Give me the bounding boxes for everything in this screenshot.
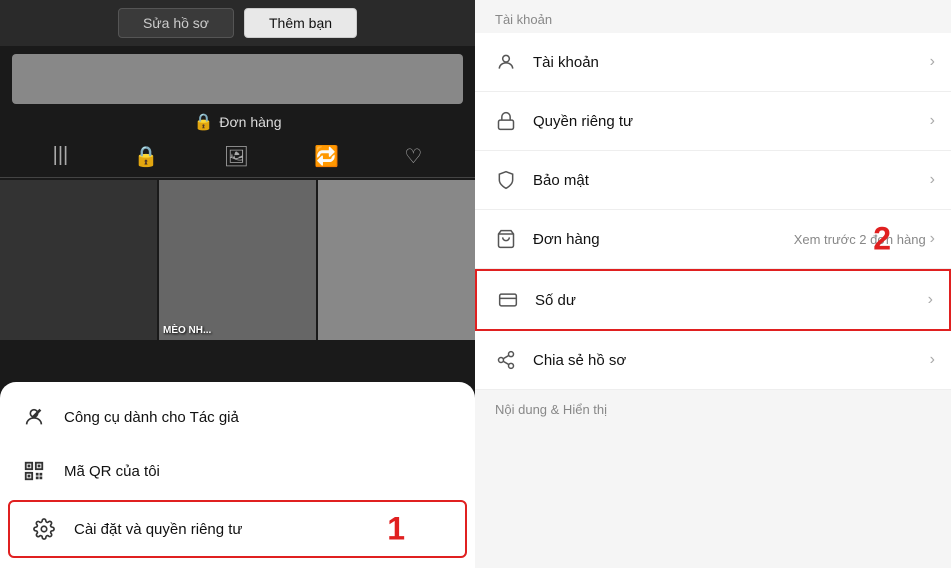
qr-code-label: Mã QR của tôi (64, 463, 160, 480)
banner-area (12, 54, 463, 104)
share-icon (491, 345, 521, 375)
photo-label: MÈO NH... (163, 325, 211, 336)
security-item[interactable]: Bảo mật › (475, 151, 951, 210)
order-row: 🔒 Đơn hàng (0, 112, 475, 132)
orders-item[interactable]: Đơn hàng Xem trước 2 đơn hàng › 2 (475, 210, 951, 269)
qr-icon (20, 457, 48, 485)
top-bar: Sửa hồ sơ Thêm bạn (0, 0, 475, 46)
orders-sub: Xem trước 2 đơn hàng (794, 232, 926, 247)
security-icon (491, 165, 521, 195)
balance-icon (493, 285, 523, 315)
photo-cell-2: MÈO NH... (159, 180, 316, 340)
order-text: Đơn hàng (219, 114, 281, 130)
orders-chevron: › (930, 230, 935, 248)
balance-item[interactable]: Số dư › (475, 269, 951, 331)
photo-cell-3 (318, 180, 475, 340)
edit-profile-button[interactable]: Sửa hồ sơ (118, 8, 234, 38)
orders-icon (491, 224, 521, 254)
share-chevron: › (930, 351, 935, 369)
share-profile-item[interactable]: Chia sẻ hồ sơ › (475, 331, 951, 390)
settings-icon (30, 515, 58, 543)
photo-cell-1 (0, 180, 157, 340)
creator-tools-item[interactable]: Công cụ dành cho Tác giả (0, 390, 475, 444)
number-badge-2: 2 (873, 221, 891, 258)
creator-icon (20, 403, 48, 431)
settings-label: Cài đặt và quyền riêng tư (74, 521, 242, 538)
balance-chevron: › (928, 291, 933, 309)
bottom-menu: Công cụ dành cho Tác giả Mã QR của tôi (0, 382, 475, 568)
creator-tools-label: Công cụ dành cho Tác giả (64, 409, 239, 426)
nav-icon-row: ||| 🔒 🖼 🔁 ♡ (0, 136, 475, 178)
security-chevron: › (930, 171, 935, 189)
balance-label: Số dư (535, 292, 928, 309)
account-chevron: › (930, 53, 935, 71)
privacy-icon (491, 106, 521, 136)
left-panel: Sửa hồ sơ Thêm bạn 🔒 Đơn hàng ||| 🔒 🖼 🔁 … (0, 0, 475, 568)
qr-code-item[interactable]: Mã QR của tôi (0, 444, 475, 498)
section-title-content: Nội dung & Hiển thị (475, 390, 951, 423)
share-profile-label: Chia sẻ hồ sơ (533, 352, 930, 369)
orders-label: Đơn hàng (533, 231, 794, 248)
grid-icon[interactable]: ||| (53, 144, 69, 169)
repost-icon[interactable]: 🔁 (314, 144, 339, 169)
right-panel: Tài khoản Tài khoản › Quyền riêng tư › B… (475, 0, 951, 568)
privacy-chevron: › (930, 112, 935, 130)
settings-item[interactable]: Cài đặt và quyền riêng tư 1 (8, 500, 467, 558)
account-label: Tài khoản (533, 54, 930, 71)
section-title-account: Tài khoản (475, 0, 951, 33)
gallery-icon[interactable]: 🖼 (224, 144, 249, 169)
add-friend-button[interactable]: Thêm bạn (244, 8, 357, 38)
lock-icon[interactable]: 🔒 (133, 144, 158, 169)
privacy-item[interactable]: Quyền riêng tư › (475, 92, 951, 151)
order-icon: 🔒 (193, 112, 213, 132)
account-item[interactable]: Tài khoản › (475, 33, 951, 92)
photo-grid: MÈO NH... (0, 180, 475, 340)
heart-icon[interactable]: ♡ (404, 144, 422, 169)
security-label: Bảo mật (533, 172, 930, 189)
privacy-label: Quyền riêng tư (533, 113, 930, 130)
account-icon (491, 47, 521, 77)
number-badge-1: 1 (387, 511, 405, 548)
